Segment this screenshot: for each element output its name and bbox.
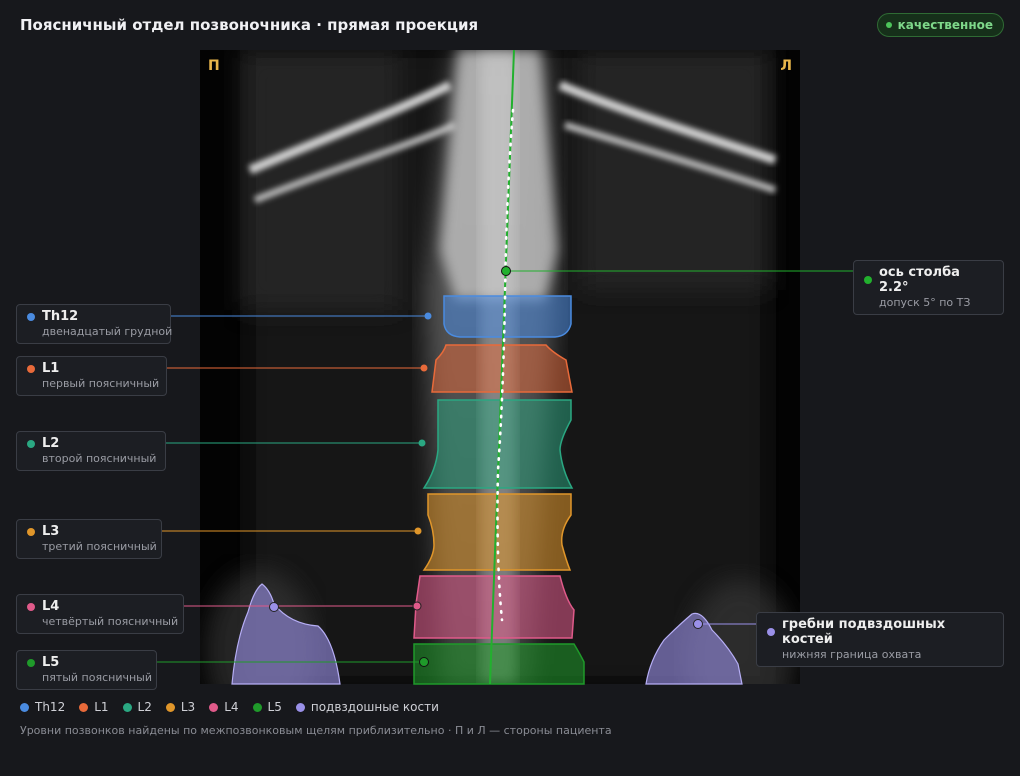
xray-image bbox=[200, 50, 800, 684]
footnote: Уровни позвонков найдены по межпозвонков… bbox=[20, 724, 612, 737]
callout-iliac[interactable]: гребни подвздошных костей нижняя граница… bbox=[756, 612, 1004, 667]
page-title: Поясничный отдел позвоночника · прямая п… bbox=[20, 16, 479, 34]
l3-swatch-icon bbox=[27, 527, 35, 536]
callout-l2-desc: второй поясничный bbox=[42, 452, 157, 465]
callout-l1-name: L1 bbox=[42, 361, 60, 376]
callout-l1[interactable]: L1 первый поясничный bbox=[16, 356, 167, 396]
callout-axis-name: ось столба 2.2° bbox=[879, 265, 960, 295]
xray-viewer[interactable]: П Л bbox=[200, 50, 800, 684]
legend-item-iliac[interactable]: подвздошные кости bbox=[295, 700, 439, 714]
axis-swatch-icon bbox=[864, 276, 872, 284]
quality-badge: качественное bbox=[876, 13, 1004, 37]
callout-l4[interactable]: L4 четвёртый поясничный bbox=[16, 594, 184, 634]
iliac-swatch-icon bbox=[767, 628, 775, 636]
callout-l3-desc: третий поясничный bbox=[42, 540, 157, 553]
callout-l4-name: L4 bbox=[42, 599, 60, 614]
callout-l2-name: L2 bbox=[42, 436, 60, 451]
legend-l5-dot-icon bbox=[252, 702, 262, 712]
right-side-marker: П bbox=[208, 58, 220, 74]
left-side-marker: Л bbox=[780, 58, 792, 74]
legend-th12-label: Th12 bbox=[35, 700, 66, 714]
legend-item-l2[interactable]: L2 bbox=[122, 700, 152, 714]
legend-l3-label: L3 bbox=[180, 700, 196, 714]
callout-l3-name: L3 bbox=[42, 524, 60, 539]
legend-th12-dot-icon bbox=[20, 702, 29, 712]
legend-l1-label: L1 bbox=[94, 700, 109, 714]
callout-axis[interactable]: ось столба 2.2° допуск 5° по ТЗ bbox=[853, 260, 1004, 315]
legend-l4-label: L4 bbox=[224, 700, 239, 714]
callout-l3[interactable]: L3 третий поясничный bbox=[16, 519, 162, 559]
callout-l5-desc: пятый поясничный bbox=[42, 671, 152, 684]
th12-swatch-icon bbox=[27, 312, 35, 321]
legend-l3-dot-icon bbox=[165, 702, 175, 712]
legend-l2-label: L2 bbox=[137, 700, 152, 714]
legend-item-l4[interactable]: L4 bbox=[209, 700, 239, 714]
legend-l4-dot-icon bbox=[209, 702, 219, 712]
callout-l4-desc: четвёртый поясничный bbox=[42, 615, 179, 628]
callout-iliac-name: гребни подвздошных костей bbox=[782, 617, 946, 647]
callout-l5-name: L5 bbox=[42, 655, 60, 670]
legend-item-th12[interactable]: Th12 bbox=[20, 700, 65, 714]
status-dot-icon bbox=[885, 22, 892, 28]
legend-iliac-label: подвздошные кости bbox=[310, 700, 439, 714]
legend-l1-dot-icon bbox=[79, 702, 89, 712]
l4-swatch-icon bbox=[27, 602, 35, 611]
callout-iliac-desc: нижняя граница охвата bbox=[782, 648, 922, 661]
callout-l5[interactable]: L5 пятый поясничный bbox=[16, 650, 157, 690]
callout-th12-desc: двенадцатый грудной bbox=[42, 325, 173, 338]
legend-item-l1[interactable]: L1 bbox=[79, 700, 109, 714]
callout-th12-name: Th12 bbox=[42, 309, 79, 324]
callout-axis-desc: допуск 5° по ТЗ bbox=[879, 296, 971, 309]
l5-swatch-icon bbox=[27, 658, 35, 667]
callout-th12[interactable]: Th12 двенадцатый грудной bbox=[16, 304, 173, 344]
l1-swatch-icon bbox=[27, 364, 35, 373]
legend-iliac-dot-icon bbox=[295, 702, 305, 712]
legend-item-l5[interactable]: L5 bbox=[252, 700, 282, 714]
legend-l2-dot-icon bbox=[122, 702, 132, 712]
legend-l5-label: L5 bbox=[267, 700, 282, 714]
legend-item-l3[interactable]: L3 bbox=[165, 700, 196, 714]
l2-swatch-icon bbox=[27, 439, 35, 448]
legend: Th12 L1 L2 L3 L4 L5 подвздошные кости bbox=[20, 700, 439, 714]
callout-l1-desc: первый поясничный bbox=[42, 377, 160, 390]
callout-l2[interactable]: L2 второй поясничный bbox=[16, 431, 166, 471]
quality-badge-label: качественное bbox=[897, 18, 993, 32]
